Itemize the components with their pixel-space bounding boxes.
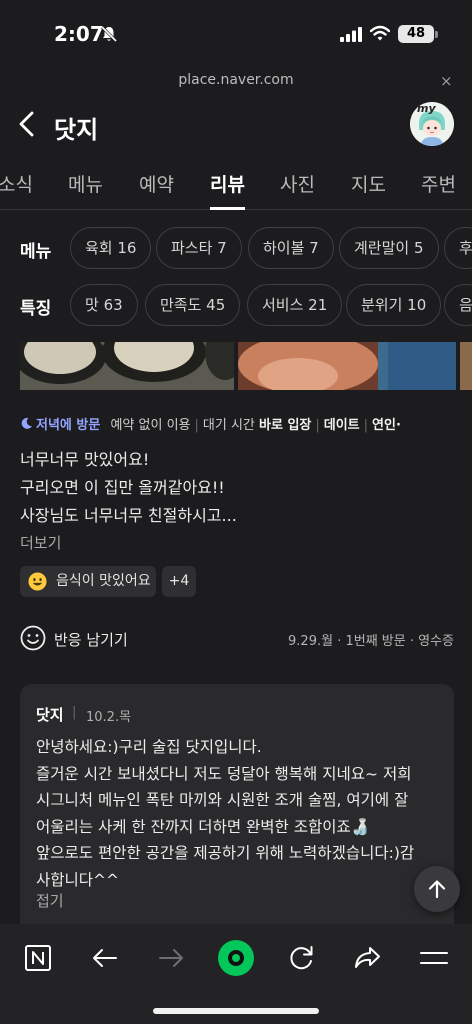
review-line: 너무너무 맛있어요! bbox=[20, 450, 150, 469]
naver-home-icon bbox=[25, 945, 51, 971]
tab-menu[interactable]: 메뉴 bbox=[68, 170, 103, 197]
home-indicator bbox=[153, 1008, 319, 1014]
review-line: 구리오면 이 집만 올꺼같아요!! bbox=[20, 478, 225, 497]
signal-icon bbox=[340, 27, 362, 42]
tab-map[interactable]: 지도 bbox=[351, 170, 386, 197]
feature-chip[interactable]: 맛 63 bbox=[70, 284, 138, 326]
bell-slash-icon bbox=[100, 25, 118, 43]
review-tag-label: 음식이 맛있어요 bbox=[56, 573, 151, 589]
reply-line: 즐거운 시간 보내셨다니 저도 덩달아 행복해 지네요~ 저희 bbox=[36, 764, 412, 783]
feature-chip[interactable]: 서비스 21 bbox=[247, 284, 343, 326]
status-time: 2:07 bbox=[54, 22, 104, 46]
menu-chip[interactable]: 육회 16 bbox=[70, 227, 152, 269]
menu-button[interactable] bbox=[414, 938, 454, 978]
more-tags-chip[interactable]: +4 bbox=[162, 566, 196, 597]
close-icon[interactable]: × bbox=[440, 72, 453, 90]
reply-date: 10.2.목 bbox=[86, 710, 132, 725]
reply-line: 어울리는 사케 한 잔까지 더하면 완벽한 조합이죠🍶 bbox=[36, 817, 371, 836]
share-button[interactable] bbox=[348, 938, 388, 978]
meta-item: 데이트 bbox=[323, 418, 360, 433]
reload-icon bbox=[290, 946, 313, 970]
tab-reservation[interactable]: 예약 bbox=[139, 170, 174, 197]
green-dot-icon bbox=[218, 940, 254, 976]
menu-chip[interactable]: 하이볼 7 bbox=[248, 227, 334, 269]
smile-emoji-icon bbox=[28, 572, 47, 591]
forward-button[interactable] bbox=[151, 938, 191, 978]
tab-news[interactable]: 소식 bbox=[0, 170, 33, 197]
review-photo[interactable] bbox=[238, 342, 456, 390]
battery-nub bbox=[435, 31, 438, 38]
tab-nearby[interactable]: 주변 bbox=[421, 170, 456, 197]
tab-reviews[interactable]: 리뷰 bbox=[210, 170, 245, 197]
meta-separator: | bbox=[315, 418, 320, 433]
moon-icon bbox=[21, 417, 32, 429]
naver-home-button[interactable] bbox=[18, 938, 58, 978]
scroll-to-top-button[interactable] bbox=[414, 866, 460, 912]
feature-chip[interactable]: 분위기 10 bbox=[346, 284, 442, 326]
feature-chip[interactable]: 음 bbox=[444, 284, 472, 326]
back-button[interactable] bbox=[85, 938, 125, 978]
place-tabs: 소식 메뉴 예약 리뷰 사진 지도 주변 bbox=[0, 158, 472, 210]
page-title: 닷지 bbox=[54, 116, 99, 144]
avatar-badge: my bbox=[417, 102, 436, 115]
review-photo[interactable] bbox=[460, 342, 472, 390]
reply-body: 안녕하세요:)구리 술집 닷지입니다. 즐거운 시간 보내셨다니 저도 덩달아 … bbox=[36, 734, 446, 893]
green-dot-button[interactable] bbox=[216, 938, 256, 978]
visit-time: 저녁에 방문 bbox=[36, 418, 101, 433]
review-photo[interactable] bbox=[20, 342, 234, 390]
wifi-icon bbox=[370, 25, 390, 41]
arrow-up-icon bbox=[428, 880, 446, 899]
reply-line: 사합니다^^ bbox=[36, 870, 120, 889]
feature-filter-row: 특징 맛 63 만족도 45 서비스 21 분위기 10 음 bbox=[0, 284, 472, 328]
meta-separator: | bbox=[194, 418, 199, 433]
reply-line: 시그니처 메뉴인 폭탄 마끼와 시원한 조개 술찜, 여기에 잘 bbox=[36, 791, 409, 809]
forward-arrow-icon bbox=[159, 949, 183, 967]
reaction-row: 반응 남기기 9.29.월 · 1번째 방문 · 영수증 bbox=[20, 624, 454, 654]
share-icon bbox=[355, 947, 380, 968]
feature-chip[interactable]: 만족도 45 bbox=[145, 284, 241, 326]
menu-chip[interactable]: 계란말이 5 bbox=[339, 227, 439, 269]
meta-item: 예약 없이 이용 bbox=[110, 418, 191, 433]
back-arrow-icon bbox=[93, 949, 117, 967]
back-chevron-icon[interactable] bbox=[16, 110, 38, 138]
menu-chip[interactable]: 후 bbox=[444, 227, 472, 269]
url-text[interactable]: place.naver.com bbox=[0, 72, 472, 88]
status-bar: 2:07 48 bbox=[0, 0, 472, 64]
review-body: 너무너무 맛있어요! 구리오면 이 집만 올꺼같아요!! 사장님도 너무너무 친… bbox=[20, 446, 460, 530]
menu-filter-row: 메뉴 육회 16 파스타 7 하이볼 7 계란말이 5 후 bbox=[0, 227, 472, 271]
fold-link[interactable]: 접기 bbox=[36, 890, 64, 911]
reply-line: 앞으로도 편안한 공간을 제공하기 위해 노력하겠습니다:)감 bbox=[36, 844, 415, 862]
reply-line: 안녕하세요:)구리 술집 닷지입니다. bbox=[36, 738, 262, 756]
smiley-outline-icon[interactable] bbox=[20, 625, 46, 651]
review-line: 사장님도 너무너무 친절하시고... bbox=[20, 506, 237, 525]
place-header: 닷지 bbox=[0, 98, 472, 154]
menu-filter-label: 메뉴 bbox=[20, 242, 52, 262]
reply-owner-name: 닷지 bbox=[36, 706, 64, 724]
feature-filter-label: 특징 bbox=[20, 299, 52, 319]
battery-indicator: 48 bbox=[398, 25, 434, 43]
menu-icon bbox=[420, 952, 448, 964]
active-tab-indicator bbox=[210, 207, 245, 210]
more-link[interactable]: 더보기 bbox=[20, 532, 61, 553]
leave-reaction-button[interactable]: 반응 남기기 bbox=[54, 629, 128, 650]
tab-photos[interactable]: 사진 bbox=[280, 170, 315, 197]
visit-info: 9.29.월 · 1번째 방문 · 영수증 bbox=[288, 634, 454, 649]
reload-button[interactable] bbox=[282, 938, 322, 978]
browser-url-bar: place.naver.com × bbox=[0, 64, 472, 98]
meta-item: 대기 시간 바로 입장 bbox=[202, 418, 312, 433]
review-photo-strip bbox=[20, 342, 472, 390]
owner-reply: 닷지 | 10.2.목 안녕하세요:)구리 술집 닷지입니다. 즐거운 시간 보… bbox=[20, 684, 454, 924]
meta-item: 연인· bbox=[372, 418, 401, 433]
reply-separator: | bbox=[72, 705, 77, 720]
review-visit-meta: 저녁에 방문 예약 없이 이용 | 대기 시간 바로 입장 | 데이트 | 연인· bbox=[20, 414, 472, 436]
meta-separator: | bbox=[363, 418, 369, 433]
menu-chip[interactable]: 파스타 7 bbox=[156, 227, 242, 269]
review-tag-chip[interactable]: 음식이 맛있어요 bbox=[20, 566, 156, 597]
